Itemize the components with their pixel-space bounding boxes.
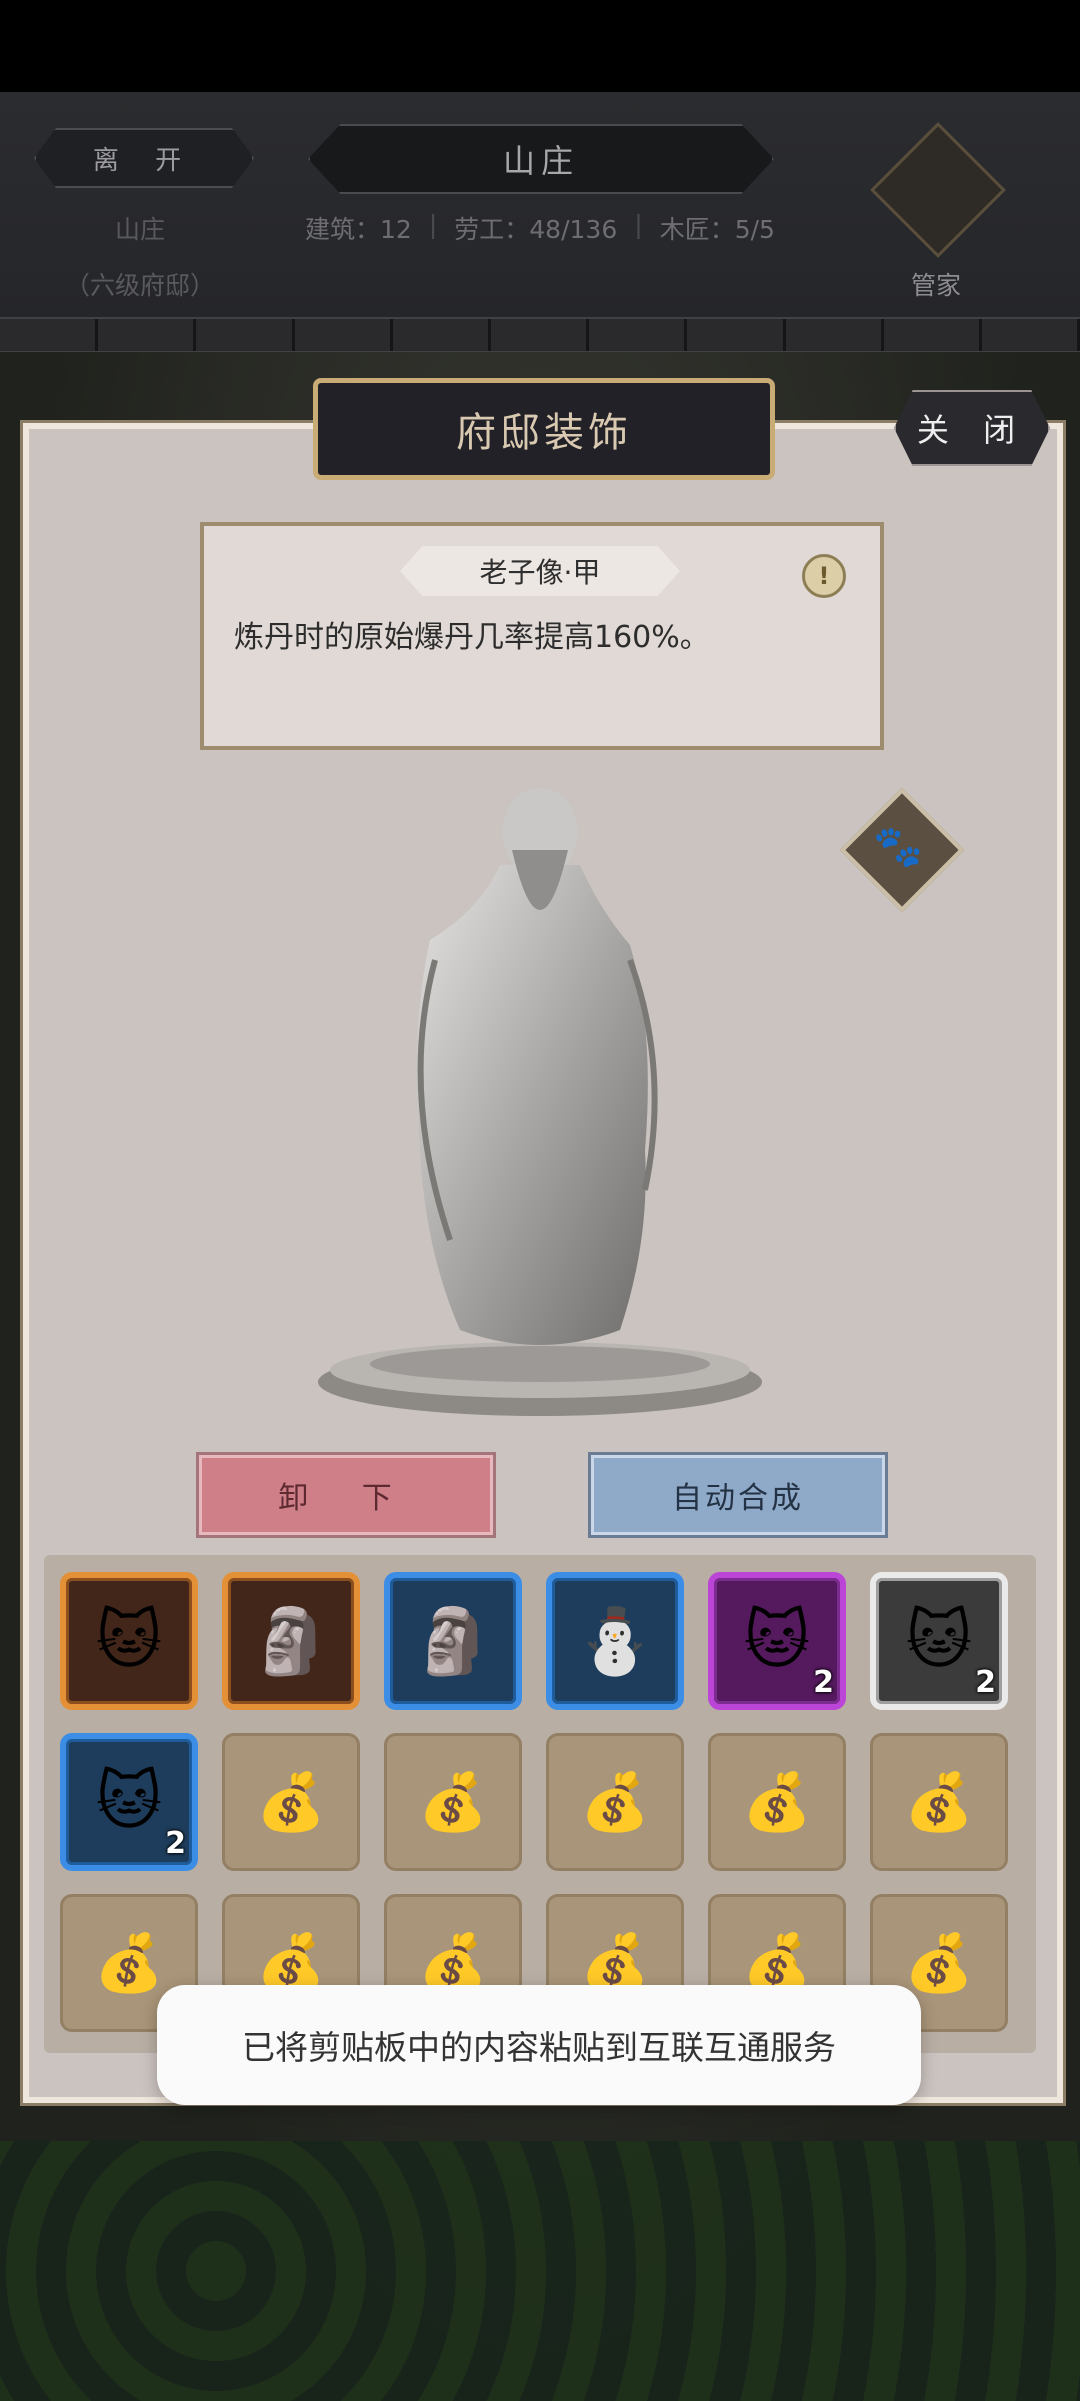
abacus-icon xyxy=(870,122,1006,258)
paw-icon: 🐾 xyxy=(873,823,923,870)
close-button[interactable]: 关 闭 xyxy=(894,390,1050,466)
money-bag-icon: 💰 xyxy=(418,1770,488,1835)
statue-icon: 🗿 xyxy=(413,1604,493,1679)
stats-divider: | xyxy=(428,210,438,239)
item-count: 2 xyxy=(165,1826,186,1861)
panel-title: 府邸装饰 xyxy=(313,378,775,480)
inventory-slot[interactable]: 💰 xyxy=(222,1733,360,1871)
clipboard-toast: 已将剪贴板中的内容粘贴到互联互通服务 xyxy=(157,1985,921,2105)
snowman-icon: ⛄ xyxy=(575,1604,655,1679)
laozi-statue-image xyxy=(318,788,762,1416)
steward-button[interactable] xyxy=(870,122,1006,258)
building-shelf xyxy=(0,317,1080,353)
leave-button[interactable]: 离 开 xyxy=(34,128,254,188)
unequip-button[interactable]: 卸 下 xyxy=(196,1452,496,1538)
item-description: 炼丹时的原始爆丹几率提高160%。 xyxy=(234,620,710,655)
labor-count: 劳工：48/136 xyxy=(454,215,618,244)
money-bag-icon: 💰 xyxy=(742,1770,812,1835)
item-count: 2 xyxy=(813,1665,834,1700)
item-name: 老子像·甲 xyxy=(400,546,680,596)
inventory-slot[interactable]: 🐱 xyxy=(60,1572,198,1710)
inventory-slot[interactable]: ⛄ xyxy=(546,1572,684,1710)
steward-label: 管家 xyxy=(910,271,961,300)
money-bag-icon: 💰 xyxy=(904,1770,974,1835)
inventory-slot[interactable]: 🐱 2 xyxy=(708,1572,846,1710)
foliage-decoration xyxy=(0,2141,1080,2401)
laozi-statue-icon: 🗿 xyxy=(251,1604,331,1679)
estate-stats: 建筑：12 | 劳工：48/136 | 木匠：5/5 xyxy=(305,210,775,246)
item-count: 2 xyxy=(975,1665,996,1700)
lucky-cat-icon: 🐱 xyxy=(95,1604,163,1678)
estate-level: （六级府邸） xyxy=(64,271,215,300)
inventory-slot[interactable]: 💰 xyxy=(708,1733,846,1871)
inventory-slot[interactable]: 💰 xyxy=(870,1733,1008,1871)
inventory-slot[interactable]: 🗿 xyxy=(222,1572,360,1710)
exclamation-icon[interactable]: ! xyxy=(802,554,846,598)
auto-merge-button[interactable]: 自动合成 xyxy=(588,1452,888,1538)
money-bag-icon: 💰 xyxy=(580,1770,650,1835)
estate-name: 山庄 xyxy=(114,215,165,244)
money-bag-icon: 💰 xyxy=(256,1770,326,1835)
inventory-slot[interactable]: 🐱 2 xyxy=(870,1572,1008,1710)
estate-title: 山庄 xyxy=(308,124,774,194)
status-bar xyxy=(0,0,1080,92)
building-count: 建筑：12 xyxy=(305,215,412,244)
item-info-box: 老子像·甲 ! 炼丹时的原始爆丹几率提高160%。 xyxy=(200,522,884,750)
carpenter-count: 木匠：5/5 xyxy=(659,215,775,244)
inventory-slot[interactable]: 🗿 xyxy=(384,1572,522,1710)
stats-divider: | xyxy=(634,210,643,239)
inventory-slot[interactable]: 🐱 2 xyxy=(60,1733,198,1871)
inventory-slot[interactable]: 💰 xyxy=(384,1733,522,1871)
inventory-slot[interactable]: 💰 xyxy=(546,1733,684,1871)
